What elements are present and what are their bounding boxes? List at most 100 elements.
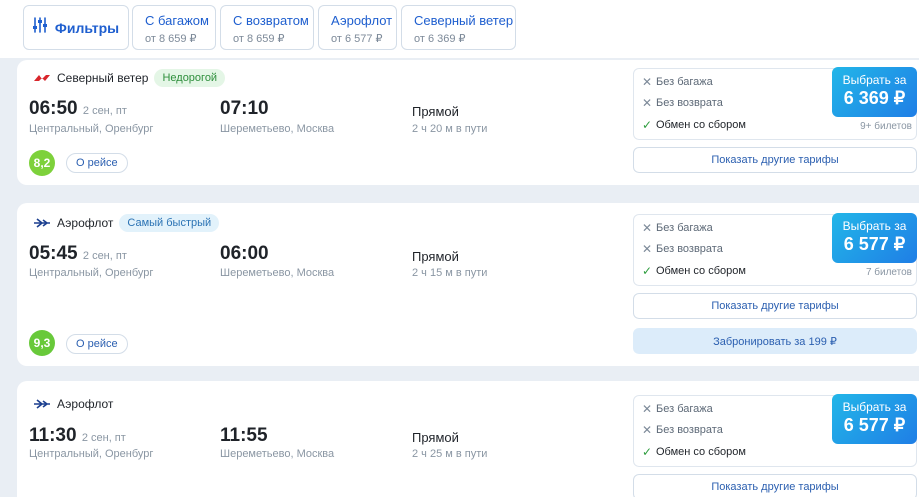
price: 6 577 ₽	[843, 415, 906, 435]
direct-label: Прямой	[412, 249, 459, 264]
buy-button[interactable]: Выбрать за 6 577 ₽	[832, 213, 917, 263]
other-tariffs-button[interactable]: Показать другие тарифы	[633, 474, 917, 497]
filter-chip-price: от 8 659 ₽	[145, 33, 197, 45]
feature-no-baggage: ✕ Без багажа	[642, 75, 713, 89]
feature-exchange: ✓ Обмен со сбором	[642, 445, 746, 459]
filter-chip-title: Аэрофлот	[331, 13, 393, 28]
flight-card[interactable]: Аэрофлот Самый быстрый 05:45 2 сен, пт Ц…	[17, 203, 919, 366]
arrival-time: 07:10	[220, 98, 269, 119]
direct-label: Прямой	[412, 104, 459, 119]
cross-icon: ✕	[642, 423, 653, 437]
departure-time: 06:50 2 сен, пт	[29, 98, 127, 120]
feature-exchange: ✓ Обмен со сбором	[642, 118, 746, 132]
fastest-tag: Самый быстрый	[119, 214, 220, 232]
filter-chip-severny-veter[interactable]: Северный ветер от 6 369 ₽	[401, 5, 516, 50]
price: 6 577 ₽	[843, 234, 906, 254]
flight-card[interactable]: Северный ветер Недорогой 06:50 2 сен, пт…	[17, 60, 919, 185]
tariff-box: ✕ Без багажа ✕ Без возврата ✓ Обмен со сбор…	[633, 213, 917, 286]
airline-name: Аэрофлот	[57, 397, 114, 411]
other-tariffs-button[interactable]: Показать другие тарифы	[633, 293, 917, 319]
filter-bar: Фильтры С багажом от 8 659 ₽ С возвратом…	[0, 0, 919, 58]
feature-label: Без возврата	[656, 424, 723, 436]
tickets-left: 7 билетов	[865, 267, 912, 278]
departure-time-value: 11:30	[29, 425, 77, 446]
tariff-box: ✕ Без багажа ✕ Без возврата ✓ Обмен со сбор…	[633, 394, 917, 467]
feature-label: Обмен со сбором	[656, 119, 746, 131]
feature-no-refund: ✕ Без возврата	[642, 242, 723, 256]
filter-chip-price: от 6 369 ₽	[414, 33, 466, 45]
filters-button[interactable]: Фильтры	[23, 5, 129, 50]
departure-date: 2 сен, пт	[81, 432, 126, 444]
feature-no-baggage: ✕ Без багажа	[642, 402, 713, 416]
feature-no-baggage: ✕ Без багажа	[642, 221, 713, 235]
cheap-tag: Недорогой	[154, 69, 226, 87]
feature-label: Обмен со сбором	[656, 446, 746, 458]
departure-airport: Центральный, Оренбург	[29, 123, 154, 135]
cross-icon: ✕	[642, 242, 653, 256]
departure-time-value: 06:50	[29, 98, 78, 119]
severny-veter-logo-icon	[34, 75, 50, 81]
check-icon: ✓	[642, 118, 653, 132]
buy-button[interactable]: Выбрать за 6 369 ₽	[832, 67, 917, 117]
filter-chip-price: от 6 577 ₽	[331, 33, 383, 45]
rating-badge: 9,3	[29, 330, 55, 356]
feature-label: Без возврата	[656, 97, 723, 109]
airline-row: Северный ветер Недорогой	[33, 69, 226, 87]
feature-label: Без возврата	[656, 243, 723, 255]
filter-chip-aeroflot[interactable]: Аэрофлот от 6 577 ₽	[318, 5, 397, 50]
airline-name: Северный ветер	[57, 71, 149, 85]
feature-label: Без багажа	[656, 222, 713, 234]
tariff-box: ✕ Без багажа ✕ Без возврата ✓ Обмен со сбор…	[633, 67, 917, 140]
aeroflot-logo-icon	[34, 399, 50, 409]
check-icon: ✓	[642, 264, 653, 278]
departure-time: 11:30 2 сен, пт	[29, 425, 126, 447]
arrival-time: 11:55	[220, 425, 268, 446]
filter-chip-refund[interactable]: С возвратом от 8 659 ₽	[220, 5, 314, 50]
arrival-airport: Шереметьево, Москва	[220, 448, 335, 460]
cross-icon: ✕	[642, 96, 653, 110]
airline-name: Аэрофлот	[57, 216, 114, 230]
flight-duration: 2 ч 20 м в пути	[412, 123, 488, 135]
departure-date: 2 сен, пт	[82, 105, 127, 117]
cross-icon: ✕	[642, 221, 653, 235]
arrival-airport: Шереметьево, Москва	[220, 123, 335, 135]
departure-airport: Центральный, Оренбург	[29, 267, 154, 279]
buy-label: Выбрать за	[842, 219, 907, 233]
book-button[interactable]: Забронировать за 199 ₽	[633, 328, 917, 354]
flight-duration: 2 ч 15 м в пути	[412, 267, 488, 279]
airline-row: Аэрофлот	[33, 397, 113, 411]
tickets-left: 9+ билетов	[860, 121, 912, 132]
about-flight-button[interactable]: О рейсе	[66, 153, 128, 173]
filter-chip-baggage[interactable]: С багажом от 8 659 ₽	[132, 5, 216, 50]
filter-chip-price: от 8 659 ₽	[233, 33, 285, 45]
filters-label: Фильтры	[54, 19, 120, 36]
feature-label: Без багажа	[656, 76, 713, 88]
departure-time-value: 05:45	[29, 243, 78, 264]
filter-chip-title: С багажом	[145, 13, 209, 28]
arrival-time: 06:00	[220, 243, 269, 264]
direct-label: Прямой	[412, 430, 459, 445]
cross-icon: ✕	[642, 402, 653, 416]
about-flight-button[interactable]: О рейсе	[66, 334, 128, 354]
departure-time: 05:45 2 сен, пт	[29, 243, 127, 265]
filter-chip-title: Северный ветер	[414, 13, 514, 28]
cross-icon: ✕	[642, 75, 653, 89]
flight-card[interactable]: Аэрофлот 11:30 2 сен, пт Центральный, Ор…	[17, 381, 919, 497]
feature-no-refund: ✕ Без возврата	[642, 423, 723, 437]
sliders-icon	[32, 17, 47, 38]
departure-date: 2 сен, пт	[82, 250, 127, 262]
buy-button[interactable]: Выбрать за 6 577 ₽	[832, 394, 917, 444]
feature-no-refund: ✕ Без возврата	[642, 96, 723, 110]
feature-exchange: ✓ Обмен со сбором	[642, 264, 746, 278]
aeroflot-logo-icon	[34, 218, 50, 228]
buy-label: Выбрать за	[842, 73, 907, 87]
price: 6 369 ₽	[843, 88, 906, 108]
buy-label: Выбрать за	[842, 400, 907, 414]
feature-label: Без багажа	[656, 403, 713, 415]
other-tariffs-button[interactable]: Показать другие тарифы	[633, 147, 917, 173]
arrival-airport: Шереметьево, Москва	[220, 267, 335, 279]
departure-airport: Центральный, Оренбург	[29, 448, 154, 460]
filter-chip-title: С возвратом	[233, 13, 309, 28]
rating-badge: 8,2	[29, 150, 55, 176]
check-icon: ✓	[642, 445, 653, 459]
